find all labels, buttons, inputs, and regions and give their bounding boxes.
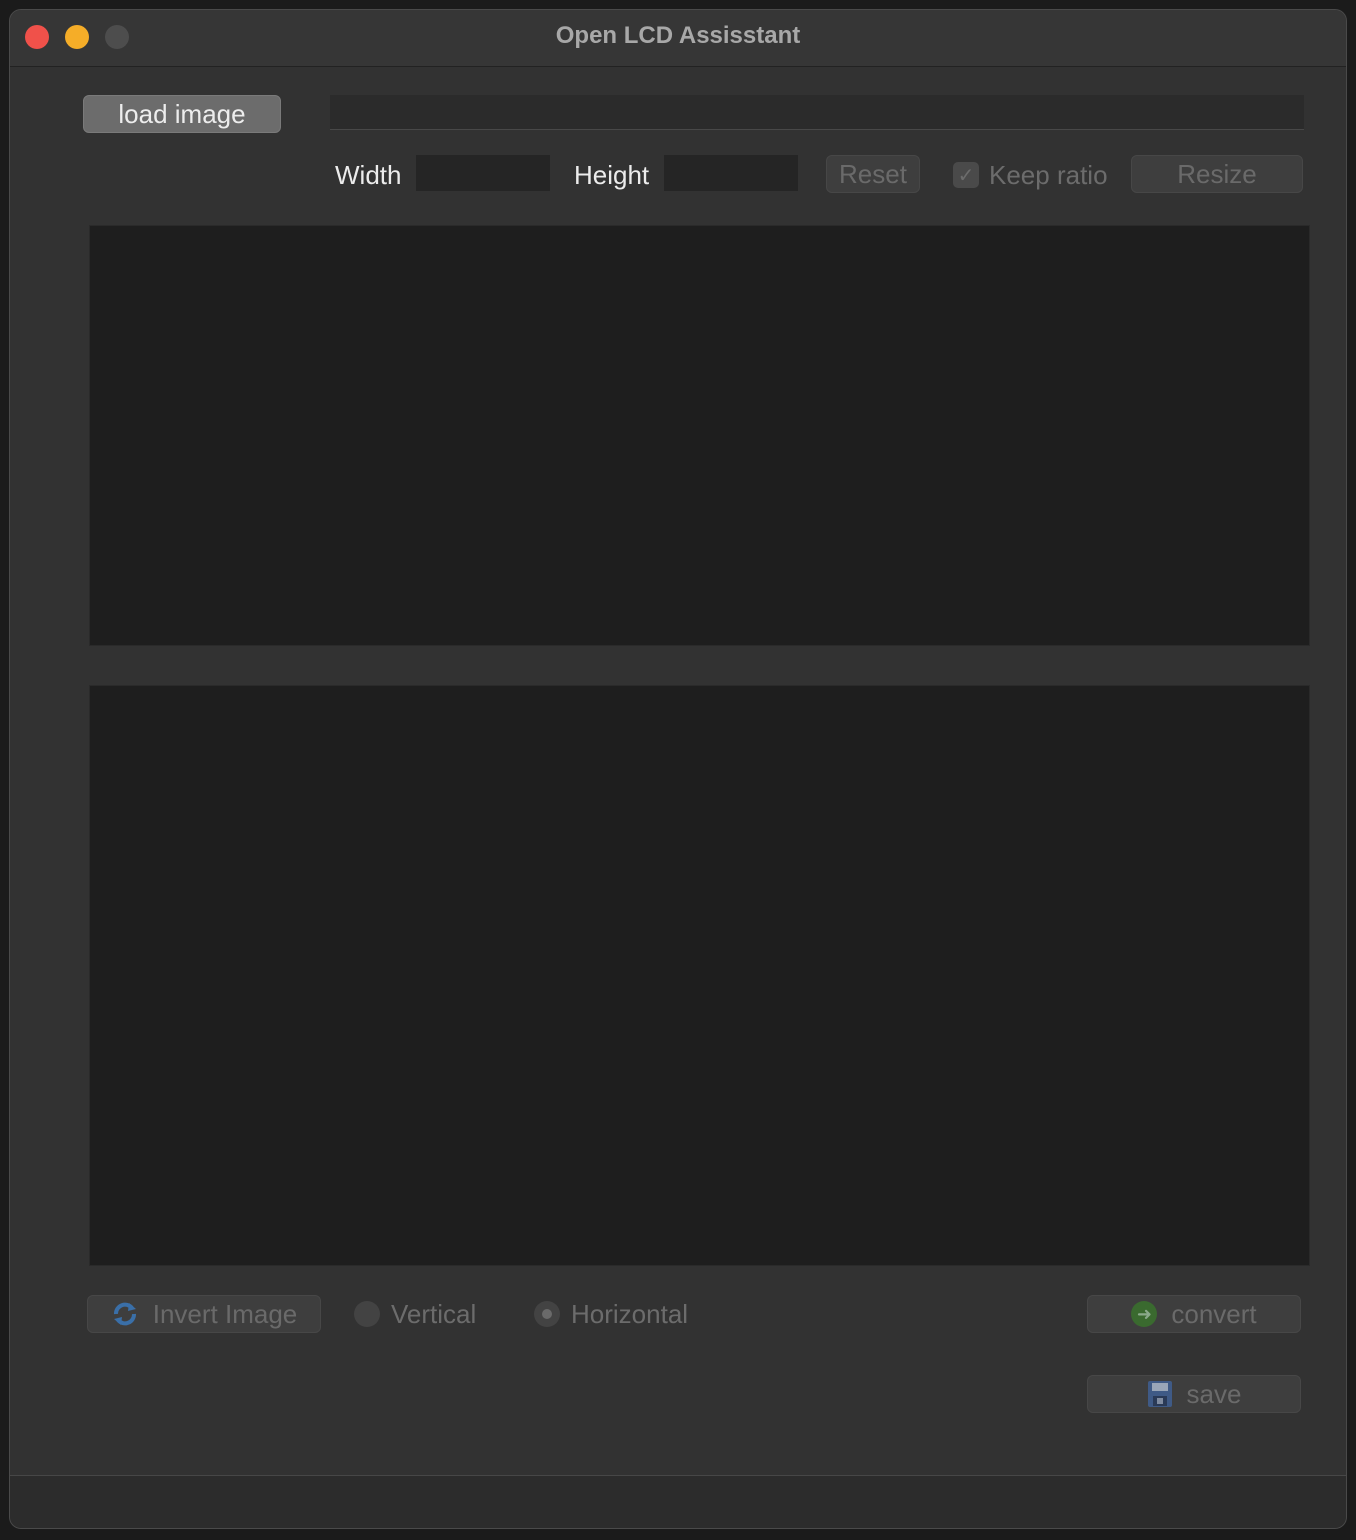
height-input[interactable] bbox=[664, 155, 798, 191]
title-bar: Open LCD Assisstant bbox=[10, 10, 1346, 67]
resize-label: Resize bbox=[1177, 158, 1257, 189]
window-title: Open LCD Assisstant bbox=[555, 22, 801, 49]
vertical-radio[interactable] bbox=[354, 1301, 380, 1327]
resize-button[interactable]: Resize bbox=[1131, 155, 1303, 193]
source-image-panel bbox=[89, 225, 1310, 646]
load-image-button[interactable]: load image bbox=[83, 95, 281, 133]
status-bar bbox=[10, 1475, 1346, 1528]
horizontal-label: Horizontal bbox=[571, 1299, 689, 1329]
invert-image-label: Invert Image bbox=[152, 1298, 298, 1329]
radio-selected-dot bbox=[542, 1309, 552, 1319]
file-path-field[interactable] bbox=[330, 95, 1304, 130]
keep-ratio-label: Keep ratio bbox=[989, 160, 1108, 190]
output-preview-panel bbox=[89, 685, 1310, 1266]
reset-button[interactable]: Reset bbox=[826, 155, 920, 193]
invert-image-button[interactable]: Invert Image bbox=[87, 1295, 321, 1333]
horizontal-radio[interactable] bbox=[534, 1301, 560, 1327]
width-label: Width bbox=[335, 160, 402, 190]
checkmark-icon: ✓ bbox=[957, 164, 975, 187]
convert-label: convert bbox=[1171, 1298, 1257, 1329]
load-image-label: load image bbox=[118, 98, 246, 129]
keep-ratio-checkbox[interactable]: ✓ bbox=[953, 162, 979, 188]
app-window: Open LCD Assisstant load image Width Hei… bbox=[9, 9, 1347, 1529]
vertical-label: Vertical bbox=[391, 1299, 477, 1329]
floppy-disk-icon bbox=[1147, 1381, 1172, 1407]
height-label: Height bbox=[574, 160, 650, 190]
arrow-right-icon: ➜ bbox=[1131, 1301, 1158, 1327]
refresh-icon bbox=[113, 1302, 136, 1326]
save-label: save bbox=[1186, 1378, 1242, 1409]
width-input[interactable] bbox=[416, 155, 550, 191]
save-button[interactable]: save bbox=[1087, 1375, 1301, 1413]
convert-button[interactable]: ➜ convert bbox=[1087, 1295, 1301, 1333]
reset-label: Reset bbox=[839, 158, 907, 189]
